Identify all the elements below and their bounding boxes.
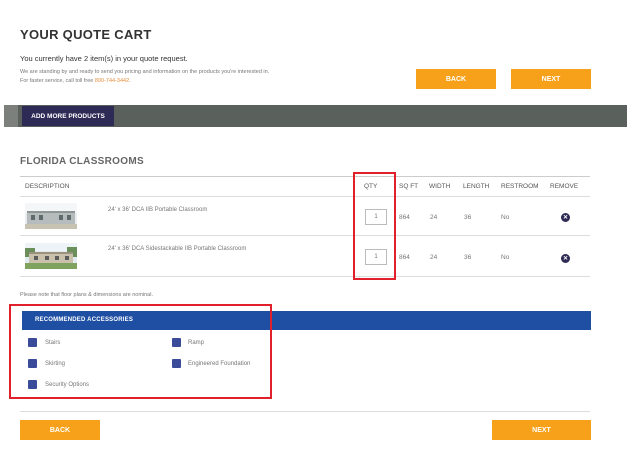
dimensions-note: Please note that floor plans & dimension… xyxy=(20,292,153,298)
close-icon: ✕ xyxy=(562,256,569,262)
length-value: 36 xyxy=(464,254,472,261)
sqft-value: 864 xyxy=(399,254,410,261)
product-thumbnail[interactable] xyxy=(25,243,77,269)
toolbar-left-accent xyxy=(4,105,18,127)
cart-count-text: You currently have 2 item(s) in your quo… xyxy=(20,54,188,63)
product-thumbnail[interactable] xyxy=(25,203,77,229)
sqft-value: 864 xyxy=(399,214,410,221)
tollfree-suffix: . xyxy=(129,78,131,84)
header-remove: REMOVE xyxy=(550,183,579,190)
section-title: FLORIDA CLASSROOMS xyxy=(20,156,144,167)
classroom-image xyxy=(25,243,77,269)
classroom-image xyxy=(25,203,77,229)
length-value: 36 xyxy=(464,214,472,221)
count-prefix: You currently have xyxy=(20,54,84,63)
tollfree-prefix: For faster service, call toll free xyxy=(20,78,95,84)
back-button-top[interactable]: BACK xyxy=(416,69,496,89)
header-width: WIDTH xyxy=(429,183,451,190)
divider xyxy=(20,176,590,177)
count-suffix: item(s) in your quote request. xyxy=(88,54,188,63)
product-name[interactable]: 24' x 36' DCA IIB Portable Classroom xyxy=(108,207,207,213)
remove-button[interactable]: ✕ xyxy=(561,213,570,222)
remove-button[interactable]: ✕ xyxy=(561,254,570,263)
row-divider xyxy=(20,196,590,197)
accessories-highlight-box xyxy=(9,304,272,399)
phone-link[interactable]: 800-744-3442 xyxy=(95,78,129,84)
product-name[interactable]: 24' x 36' DCA Sidestackable IIB Portable… xyxy=(108,246,246,252)
header-length: LENGTH xyxy=(463,183,490,190)
qty-highlight-box xyxy=(353,172,396,280)
page-title: YOUR QUOTE CART xyxy=(20,27,152,42)
standby-text: We are standing by and ready to send you… xyxy=(20,69,270,75)
row-divider xyxy=(20,235,590,236)
restroom-value: No xyxy=(501,254,510,261)
header-sqft: SQ FT xyxy=(399,183,419,190)
width-value: 24 xyxy=(430,214,438,221)
close-icon: ✕ xyxy=(562,215,569,221)
restroom-value: No xyxy=(501,214,510,221)
tollfree-text: For faster service, call toll free 800-7… xyxy=(20,78,131,84)
next-button-top[interactable]: NEXT xyxy=(511,69,591,89)
add-more-products-button[interactable]: ADD MORE PRODUCTS xyxy=(22,106,114,126)
width-value: 24 xyxy=(430,254,438,261)
divider xyxy=(20,411,590,412)
row-divider xyxy=(20,276,590,277)
header-restroom: RESTROOM xyxy=(501,183,539,190)
header-description: DESCRIPTION xyxy=(25,183,70,190)
back-button-bottom[interactable]: BACK xyxy=(20,420,100,440)
next-button-bottom[interactable]: NEXT xyxy=(492,420,591,440)
